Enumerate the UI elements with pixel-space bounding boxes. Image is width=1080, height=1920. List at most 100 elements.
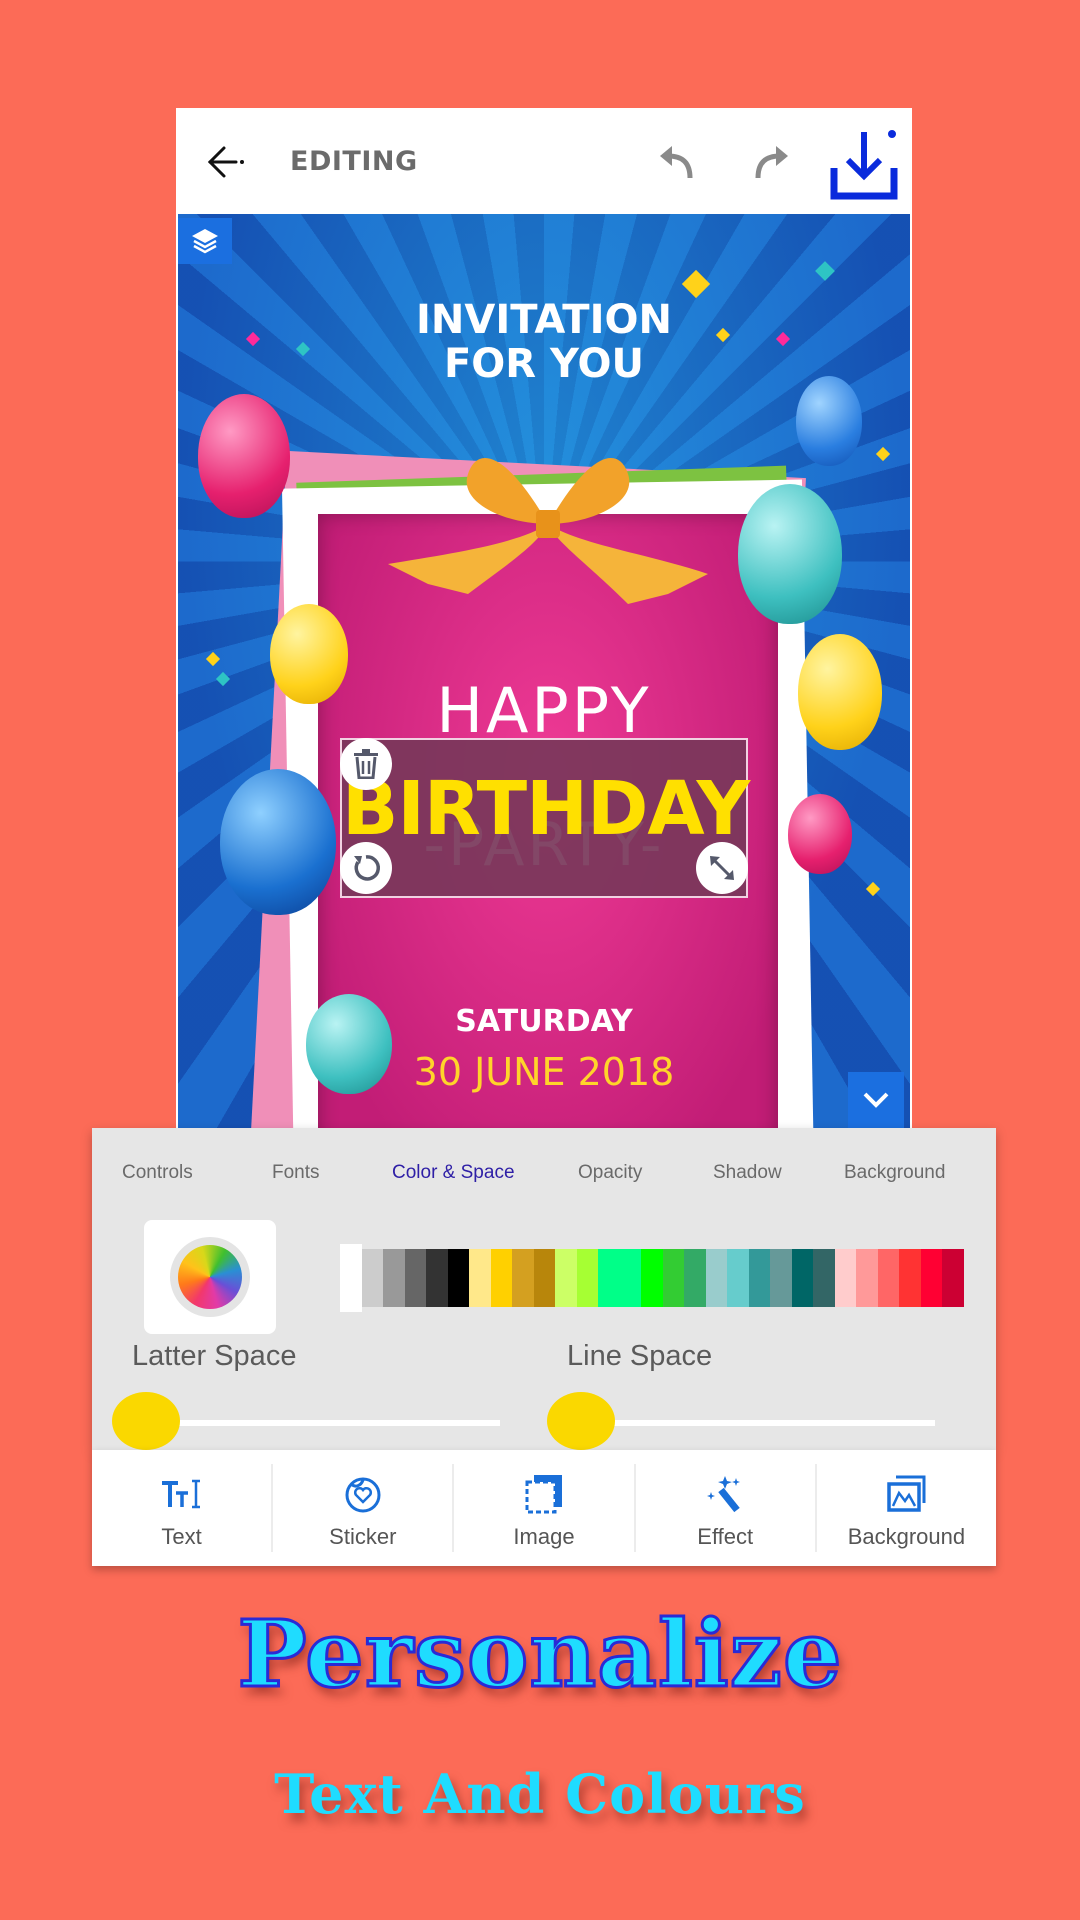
tab-background[interactable]: Background xyxy=(844,1162,945,1184)
undo-button[interactable] xyxy=(656,140,700,184)
nav-sticker[interactable]: Sticker xyxy=(273,1464,455,1552)
nav-effect-label: Effect xyxy=(697,1524,754,1549)
color-swatch[interactable] xyxy=(361,1249,383,1307)
confetti xyxy=(865,881,881,897)
color-swatch[interactable] xyxy=(469,1249,491,1307)
day-text[interactable]: SATURDAY xyxy=(178,1004,910,1039)
line-space-slider-thumb[interactable] xyxy=(547,1392,615,1450)
screen-title: EDITING xyxy=(290,146,418,177)
color-swatch[interactable] xyxy=(426,1249,448,1307)
promo-headline: Personalize xyxy=(236,1599,843,1710)
nav-image-label: Image xyxy=(513,1524,575,1549)
undo-icon xyxy=(660,146,693,179)
confetti xyxy=(875,446,891,462)
nav-image[interactable]: Image xyxy=(454,1464,636,1552)
style-tabs: Controls Fonts Color & Space Opacity Sha… xyxy=(92,1128,996,1220)
tab-fonts[interactable]: Fonts xyxy=(272,1162,320,1184)
color-swatch[interactable] xyxy=(942,1249,964,1307)
letter-space-slider[interactable] xyxy=(132,1420,500,1426)
color-swatch[interactable] xyxy=(641,1249,663,1307)
color-swatch[interactable] xyxy=(727,1249,749,1307)
line-space-slider[interactable] xyxy=(567,1420,935,1426)
color-swatch[interactable] xyxy=(533,1249,555,1307)
color-wheel-icon xyxy=(170,1237,250,1317)
redo-button[interactable] xyxy=(748,140,792,184)
sticker-icon xyxy=(343,1468,383,1520)
balloon-pink xyxy=(198,394,290,518)
color-swatch[interactable] xyxy=(770,1249,792,1307)
color-swatch[interactable] xyxy=(576,1249,598,1307)
balloon-blue xyxy=(796,376,862,466)
resize-handle[interactable] xyxy=(696,842,748,894)
text-size-icon xyxy=(160,1468,204,1520)
color-swatch[interactable] xyxy=(490,1249,512,1307)
design-canvas[interactable]: INVITATION FOR YOU HAPPY BIRTHDAY SATURD… xyxy=(178,214,910,1128)
color-swatch[interactable] xyxy=(555,1249,577,1307)
tab-color-space[interactable]: Color & Space xyxy=(392,1162,515,1184)
tab-controls[interactable]: Controls xyxy=(122,1162,193,1184)
letter-space-label: Latter Space xyxy=(132,1340,297,1372)
letter-space-slider-thumb[interactable] xyxy=(112,1392,180,1450)
selected-text-box[interactable]: BIRTHDAY xyxy=(340,738,750,898)
invitation-heading[interactable]: INVITATION FOR YOU xyxy=(178,298,910,386)
color-picker-button[interactable] xyxy=(144,1220,276,1334)
layers-icon xyxy=(192,229,218,254)
color-swatch[interactable] xyxy=(404,1249,426,1307)
color-swatches xyxy=(340,1244,964,1312)
color-swatch[interactable] xyxy=(899,1249,921,1307)
collapse-panel-button[interactable] xyxy=(848,1072,904,1128)
happy-text[interactable]: HAPPY xyxy=(178,674,910,747)
image-frame-icon xyxy=(524,1468,564,1520)
rotate-icon xyxy=(354,855,381,881)
download-button[interactable] xyxy=(830,128,898,202)
color-swatch[interactable] xyxy=(705,1249,727,1307)
color-swatch[interactable] xyxy=(619,1249,641,1307)
layers-button[interactable] xyxy=(178,218,232,264)
color-swatch[interactable] xyxy=(383,1249,405,1307)
editor-window: EDITING INVITATION FOR YOU HAPPY BIRTHDA… xyxy=(176,108,912,1128)
balloon-teal xyxy=(738,484,842,624)
date-text[interactable]: 30 JUNE 2018 xyxy=(178,1050,910,1094)
nav-background[interactable]: Background xyxy=(817,1464,996,1552)
line-space-label: Line Space xyxy=(567,1340,713,1372)
confetti xyxy=(205,651,221,667)
confetti xyxy=(815,261,835,281)
nav-text[interactable]: Text xyxy=(92,1464,274,1552)
nav-text-label: Text xyxy=(161,1524,202,1549)
back-button[interactable] xyxy=(204,142,246,182)
color-swatch[interactable] xyxy=(791,1249,813,1307)
magic-wand-icon xyxy=(705,1468,745,1520)
tab-shadow[interactable]: Shadow xyxy=(713,1162,782,1184)
tab-opacity[interactable]: Opacity xyxy=(578,1162,642,1184)
color-swatch[interactable] xyxy=(813,1249,835,1307)
nav-sticker-label: Sticker xyxy=(329,1524,397,1549)
color-swatch[interactable] xyxy=(834,1249,856,1307)
confetti xyxy=(681,269,711,299)
color-swatch[interactable] xyxy=(340,1244,362,1312)
resize-icon xyxy=(710,856,734,880)
color-swatch[interactable] xyxy=(684,1249,706,1307)
delete-icon xyxy=(354,749,378,779)
color-swatch[interactable] xyxy=(856,1249,878,1307)
color-swatch[interactable] xyxy=(877,1249,899,1307)
ribbon-bow xyxy=(388,458,708,604)
color-swatch[interactable] xyxy=(447,1249,469,1307)
redo-icon xyxy=(755,146,788,179)
heading-line-1: INVITATION xyxy=(416,297,672,343)
birthday-text[interactable]: BIRTHDAY xyxy=(342,766,750,852)
chevron-down-icon xyxy=(863,1092,889,1108)
color-swatch[interactable] xyxy=(748,1249,770,1307)
color-swatch[interactable] xyxy=(512,1249,534,1307)
nav-effect[interactable]: Effect xyxy=(636,1464,817,1552)
color-swatch[interactable] xyxy=(598,1249,620,1307)
heading-line-2: FOR YOU xyxy=(443,341,645,387)
top-app-bar: EDITING xyxy=(176,108,912,214)
download-icon xyxy=(830,130,898,200)
color-swatch[interactable] xyxy=(920,1249,942,1307)
rotate-handle[interactable] xyxy=(340,842,392,894)
background-image-icon xyxy=(886,1468,926,1520)
nav-background-label: Background xyxy=(847,1524,966,1549)
color-swatch[interactable] xyxy=(662,1249,684,1307)
delete-handle[interactable] xyxy=(340,738,392,790)
text-style-panel: Controls Fonts Color & Space Opacity Sha… xyxy=(92,1128,996,1450)
